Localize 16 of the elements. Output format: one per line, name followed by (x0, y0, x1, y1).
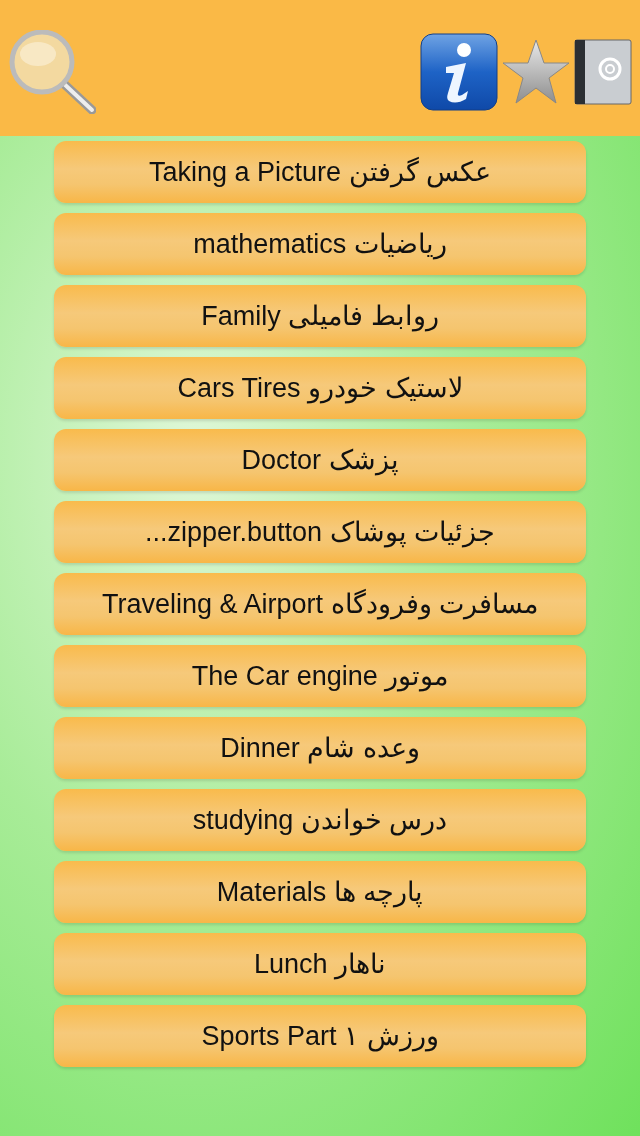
topic-button[interactable]: روابط فامیلی Family (54, 285, 586, 347)
info-icon[interactable] (420, 33, 498, 111)
topic-button[interactable]: ورزش ۱ Sports Part (54, 1005, 586, 1067)
topic-button[interactable]: جزئیات پوشاک zipper.button... (54, 501, 586, 563)
topic-button[interactable]: پزشک Doctor (54, 429, 586, 491)
address-book-icon[interactable] (574, 39, 632, 105)
topic-button[interactable]: لاستیک خودرو Cars Tires (54, 357, 586, 419)
topic-button[interactable]: موتور The Car engine (54, 645, 586, 707)
topic-button[interactable]: پارچه ها Materials (54, 861, 586, 923)
topic-button[interactable]: عکس گرفتن Taking a Picture (54, 141, 586, 203)
star-icon[interactable] (502, 39, 570, 105)
topic-button[interactable]: درس خواندن studying (54, 789, 586, 851)
topic-button[interactable]: مسافرت وفرودگاه Traveling & Airport (54, 573, 586, 635)
topic-button[interactable]: وعده شام Dinner (54, 717, 586, 779)
topic-button[interactable]: ریاضیات mathematics (54, 213, 586, 275)
topic-button[interactable]: ناهار Lunch (54, 933, 586, 995)
